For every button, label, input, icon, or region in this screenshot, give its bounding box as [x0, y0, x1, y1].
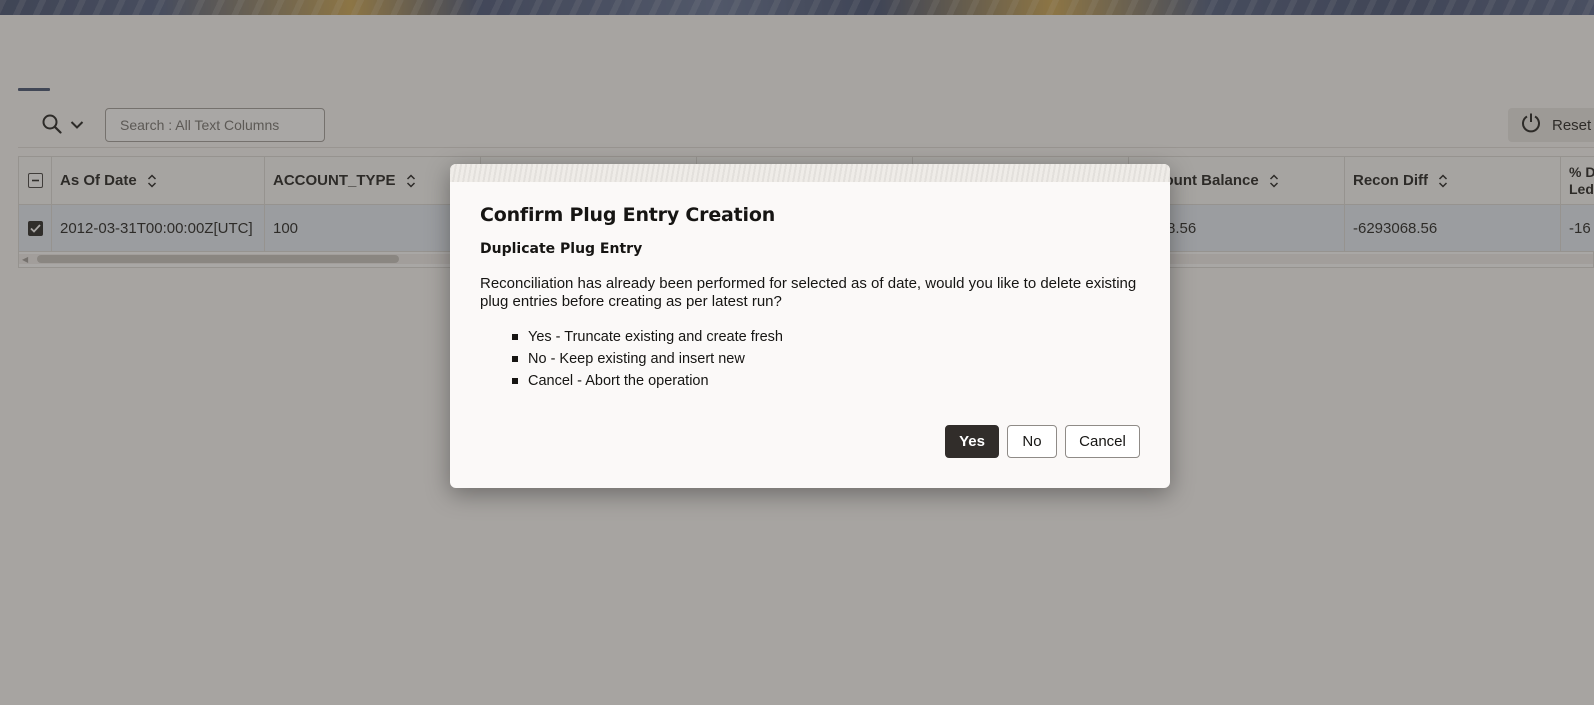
dialog-message: Reconciliation has already been performe… — [480, 275, 1137, 310]
cancel-button[interactable]: Cancel — [1065, 425, 1140, 458]
dialog-options-list: Yes - Truncate existing and create fresh… — [480, 326, 783, 392]
yes-button[interactable]: Yes — [945, 425, 999, 458]
list-item: Yes - Truncate existing and create fresh — [480, 326, 783, 348]
list-item: No - Keep existing and insert new — [480, 348, 783, 370]
confirm-plug-entry-dialog: Confirm Plug Entry Creation Duplicate Pl… — [450, 164, 1170, 488]
dialog-title: Confirm Plug Entry Creation — [480, 204, 776, 226]
dialog-header-strip — [450, 164, 1170, 182]
no-button[interactable]: No — [1007, 425, 1057, 458]
dialog-footer: Yes No Cancel — [945, 425, 1140, 458]
dialog-subtitle: Duplicate Plug Entry — [480, 241, 643, 257]
list-item: Cancel - Abort the operation — [480, 370, 783, 392]
